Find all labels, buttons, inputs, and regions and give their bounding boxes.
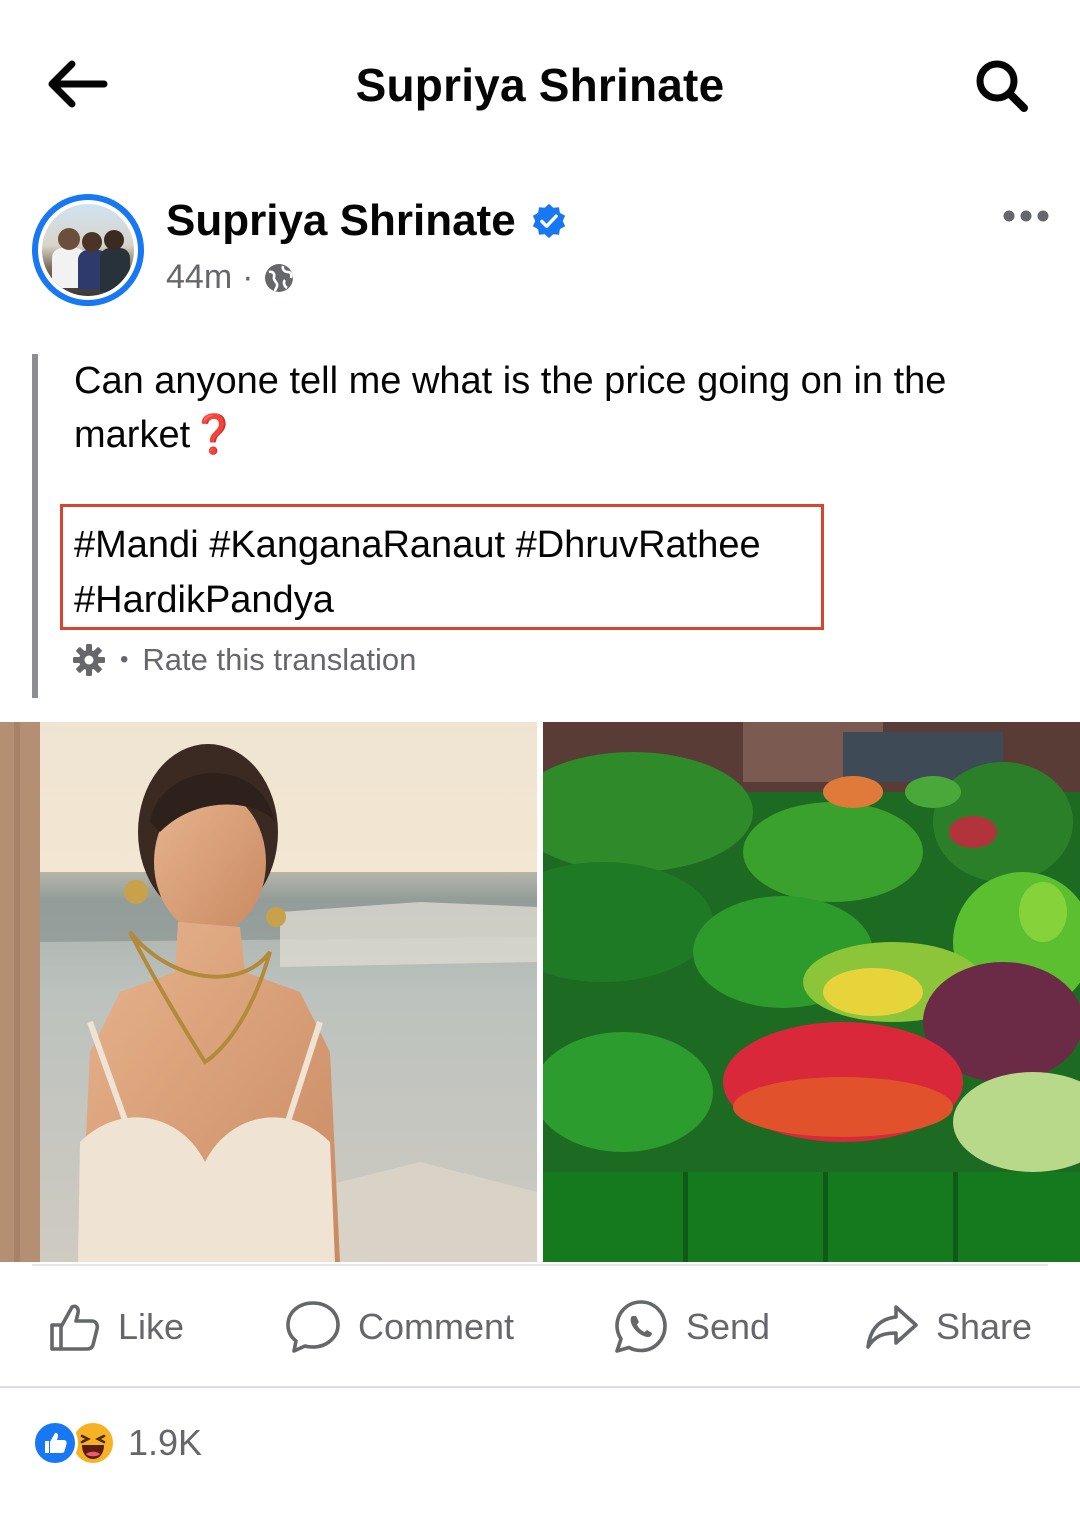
translation-quote-bar (32, 354, 38, 698)
whatsapp-icon (615, 1300, 667, 1353)
woman-portrait-photo (0, 722, 537, 1262)
globe-icon (265, 263, 294, 292)
send-label: Send (686, 1306, 771, 1347)
avatar[interactable] (32, 194, 144, 306)
image-divider (32, 1264, 1048, 1266)
hashtag-link[interactable]: #HardikPandya (74, 579, 334, 621)
share-button[interactable]: Share (864, 1292, 1032, 1362)
post-timestamp[interactable]: 44m (166, 258, 232, 297)
post-image-vegetable-market[interactable] (543, 722, 1080, 1262)
hashtag-link[interactable]: #DhruvRathee (516, 524, 761, 566)
translation-separator: • (120, 646, 129, 673)
hashtag-link[interactable]: #Mandi (74, 524, 199, 566)
meta-separator: · (242, 258, 254, 296)
hashtag-list: #Mandi #KanganaRanaut #DhruvRathee #Hard… (74, 518, 814, 628)
actions-divider (0, 1386, 1080, 1388)
more-dots-icon (1003, 210, 1049, 222)
like-button[interactable]: Like (46, 1292, 184, 1362)
share-arrow-icon (866, 1305, 918, 1349)
post-meta: 44m · (166, 258, 295, 297)
translation-row: • Rate this translation (72, 642, 416, 678)
author-name: Supriya Shrinate (166, 196, 516, 245)
verified-badge-icon (532, 203, 565, 239)
share-label: Share (936, 1306, 1033, 1347)
thumbs-up-icon (50, 1304, 100, 1351)
page-title: Supriya Shrinate (355, 59, 725, 111)
search-icon (976, 60, 1028, 112)
reactions-summary[interactable]: 1.9K (32, 1420, 202, 1466)
reaction-count: 1.9K (128, 1422, 203, 1463)
post-text: Can anyone tell me what is the price goi… (74, 354, 1034, 462)
comment-button[interactable]: Comment (284, 1292, 514, 1362)
vegetable-market-photo (543, 722, 1080, 1262)
like-label: Like (118, 1306, 185, 1347)
post-author[interactable]: Supriya Shrinate (166, 196, 568, 246)
hashtag-link[interactable]: #KanganaRanaut (209, 524, 505, 566)
comment-bubble-icon (286, 1301, 340, 1353)
rate-translation-link[interactable]: Rate this translation (142, 642, 416, 678)
avatar-photo (42, 204, 134, 296)
top-bar: Supriya Shrinate (0, 0, 1080, 170)
question-mark-emoji: ❓ (190, 414, 238, 456)
send-button[interactable]: Send (612, 1292, 770, 1362)
comment-label: Comment (358, 1306, 515, 1347)
more-options-button[interactable] (996, 196, 1056, 236)
gear-icon[interactable] (72, 643, 106, 677)
search-button[interactable] (964, 48, 1040, 124)
post-image-woman-portrait[interactable] (0, 722, 537, 1262)
like-reaction-icon (32, 1420, 78, 1466)
